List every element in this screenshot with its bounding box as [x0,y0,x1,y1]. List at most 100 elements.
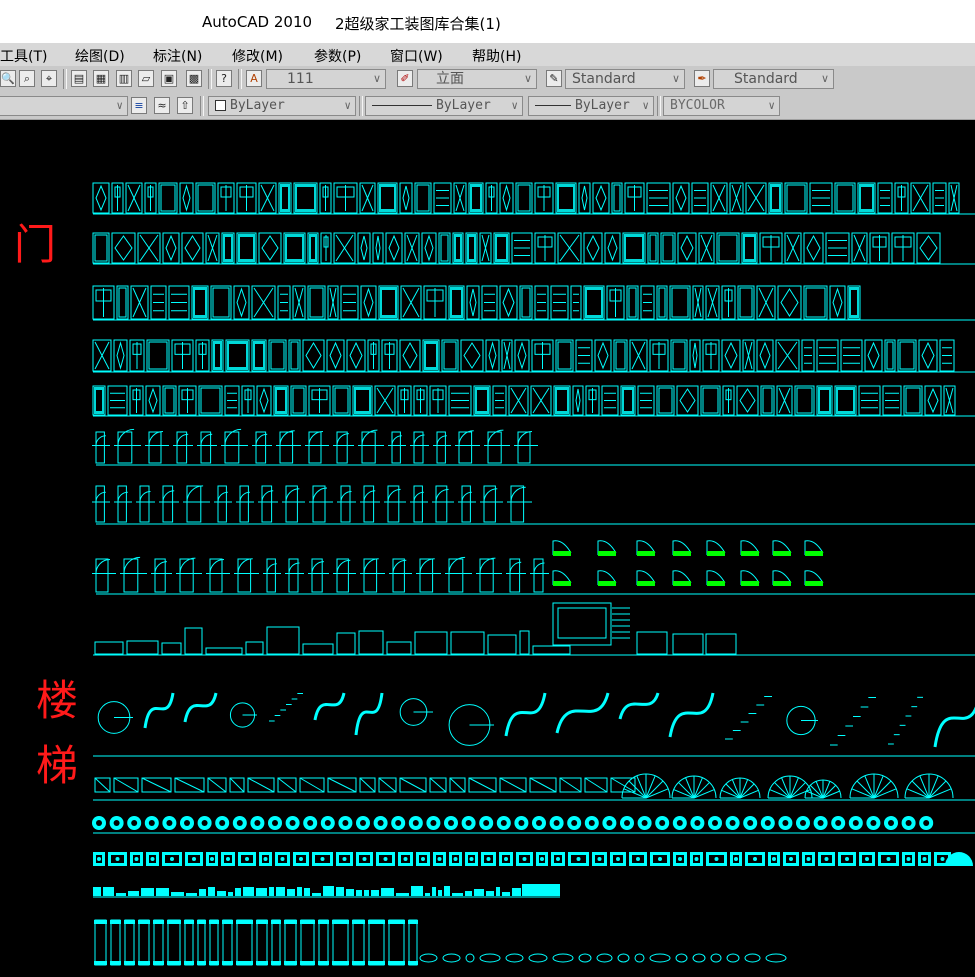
cad-drawing[interactable] [0,120,975,977]
layer-select[interactable]: ∨ [0,96,128,116]
ornament-block [171,892,184,896]
color-select[interactable]: ByLayer ∨ [208,96,356,116]
column-block [300,919,315,966]
view-value: 立面 [436,71,464,87]
door-block [332,385,351,416]
door-block [555,339,574,372]
plotstyle-value: BYCOLOR [670,98,725,113]
standard-toolbar: 🔍 ⌕ ⌖ ▤ ▦ ▥ ▱ ▣ ▩ ? A 111 ∨ ✐ 立面 ∨ ✎ Sta… [0,66,975,94]
menu-bar: 工具(T) 绘图(D) 标注(N) 修改(M) 参数(P) 窗口(W) 帮助(H… [0,43,975,66]
door-block [360,285,377,320]
multileader-style-icon[interactable]: ✒ [694,70,710,87]
design-center-icon[interactable]: ▦ [93,70,109,87]
toolbar-separator [359,96,363,116]
view-icon[interactable]: ✐ [397,70,413,87]
dim-style-icon[interactable]: ✎ [546,70,562,87]
door-block [656,385,675,416]
door-swing-block [117,485,127,523]
sheet-set-icon[interactable]: ▱ [138,70,154,87]
door-swing-block [279,431,294,464]
dim-style-select[interactable]: Standard ∨ [565,69,685,89]
stair-block [354,692,384,736]
color-value: ByLayer [230,98,285,113]
door-swing-block [510,485,525,523]
ornament-block [199,889,206,896]
stair-block [618,692,660,720]
linetype-select[interactable]: ByLayer ∨ [365,96,523,116]
menu-modify[interactable]: 修改(M) [232,46,283,66]
door-block [716,232,740,264]
zoom-previous-icon[interactable]: ⌖ [41,70,57,87]
color-swatch [215,100,226,111]
decor-block [675,953,688,963]
lineweight-value: ByLayer [575,98,630,113]
decor-block [578,953,592,963]
text-style-select[interactable]: 111 ∨ [266,69,386,89]
door-swing-block [95,431,105,464]
door-block [803,285,828,320]
column-block [124,919,135,966]
toolbar-separator [200,96,204,116]
ornament-block [128,891,139,896]
menu-tools[interactable]: 工具(T) [0,46,47,66]
door-swing-block [209,558,223,593]
calculator-icon[interactable]: ▩ [186,70,202,87]
door-block [268,339,287,372]
text-style-icon[interactable]: A [246,70,262,87]
tool-palettes-icon[interactable]: ▥ [116,70,132,87]
door-swing-block [239,485,249,523]
multileader-style-select[interactable]: Standard ∨ [713,69,834,89]
column-block [352,919,365,966]
markup-icon[interactable]: ▣ [161,70,177,87]
door-block [829,285,846,320]
ornament-block [364,890,369,896]
menu-draw[interactable]: 绘图(D) [75,46,125,66]
layer-state-icon[interactable]: ≡ [131,97,147,114]
door-swing-block [179,558,194,593]
lineweight-select[interactable]: ByLayer ∨ [528,96,654,116]
help-icon[interactable]: ? [216,70,232,87]
chevron-down-icon: ∨ [671,72,680,85]
ornament-block [502,892,510,896]
plotstyle-select[interactable]: BYCOLOR ∨ [663,96,780,116]
linetype-preview [372,105,432,106]
door-block [233,285,250,320]
zoom-icon[interactable]: 🔍 [0,70,16,87]
decor-block [617,953,630,963]
title-bar: AutoCAD 2010 2超级家工装图库合集(1) [0,0,975,43]
menu-dimension[interactable]: 标注(N) [153,46,202,66]
ornament-block [156,888,169,896]
door-swing-block [217,485,227,523]
door-swing-block [517,431,531,464]
door-block [162,232,180,264]
column-block [318,919,329,966]
door-swing-block [336,558,349,593]
view-select[interactable]: 立面 ∨ [417,69,537,89]
make-current-icon[interactable]: ⇧ [177,97,193,114]
ornament-block [346,889,354,896]
stair-block [183,692,218,723]
menu-parameters[interactable]: 参数(P) [314,46,361,66]
door-block [592,182,610,214]
ornament-block [474,889,484,896]
dim-style-value: Standard [572,71,636,87]
zoom-window-icon[interactable]: ⌕ [19,70,35,87]
ornament-block [297,887,302,896]
door-block [834,182,856,214]
decor-block [726,953,740,963]
layer-previous-icon[interactable]: ≈ [154,97,170,114]
toolbar-separator [657,96,661,116]
stair-block [668,692,715,738]
stairs-label-1: 楼 [36,676,79,725]
ornament-block [444,886,450,896]
properties-icon[interactable]: ▤ [71,70,87,87]
menu-help[interactable]: 帮助(H) [472,46,521,66]
ornament-block [512,888,521,896]
column-block [209,919,219,966]
door-swing-block [123,558,139,593]
decor-block [744,953,761,963]
menu-window[interactable]: 窗口(W) [390,46,443,66]
ornament-block [93,887,101,896]
door-block [604,232,621,264]
ornament-block [217,891,226,896]
